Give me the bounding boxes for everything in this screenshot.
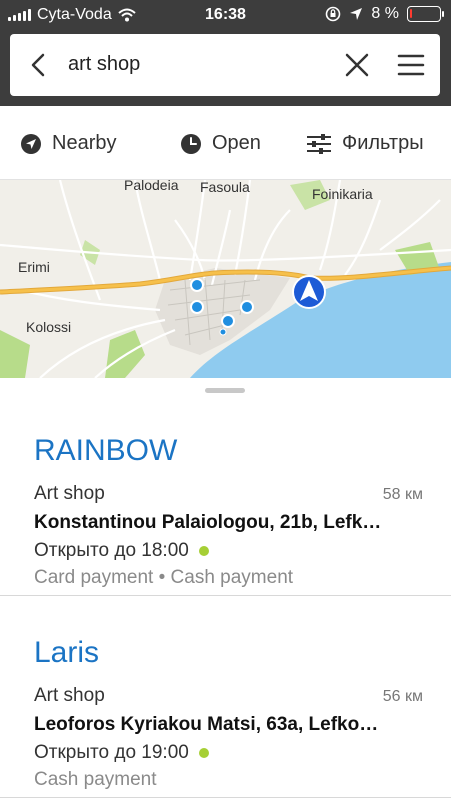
result-card[interactable]: RAINBOW Art shop 58 км Konstantinou Pala… (0, 394, 451, 596)
result-address: Konstantinou Palaiologou, 21b, Lefk… (34, 512, 382, 533)
menu-icon[interactable] (396, 50, 426, 80)
park-area (0, 330, 30, 378)
place-label: Palodeia (124, 180, 179, 193)
clock-icon (181, 133, 201, 154)
place-label: Kolossi (26, 319, 71, 335)
filter-nearby[interactable]: Nearby (20, 132, 116, 155)
filter-bar: Nearby Open Фильтры (0, 106, 451, 180)
map-pin[interactable] (240, 300, 254, 314)
result-distance: 58 км (382, 486, 423, 503)
map-view[interactable]: Palodeia Fasoula Foinikaria Erimi Koloss… (0, 180, 451, 378)
status-right: 8 % (325, 5, 444, 23)
open-status-dot (198, 546, 209, 556)
result-hours: Открыто до 19:00 (34, 742, 209, 764)
map-pin[interactable] (190, 300, 204, 314)
rotation-lock-icon (326, 6, 341, 22)
nearby-icon (21, 133, 41, 154)
place-label: Erimi (18, 259, 50, 275)
filter-open-label: Open (212, 132, 261, 154)
place-label: Fasoula (200, 180, 250, 195)
map-pin[interactable] (219, 328, 227, 336)
current-location-icon[interactable] (292, 275, 326, 309)
open-status-dot (198, 748, 209, 758)
result-address: Leoforos Kyriakou Matsi, 63a, Lefko… (34, 714, 379, 735)
place-label: Foinikaria (312, 186, 373, 202)
filter-open[interactable]: Open (180, 132, 261, 155)
result-name[interactable]: RAINBOW (34, 434, 177, 468)
status-bar: Cyta-Voda 16:38 8 % (0, 0, 451, 30)
map-pin[interactable] (221, 314, 235, 328)
result-payment: Card payment • Cash payment (34, 567, 294, 588)
result-type: Art shop (34, 685, 105, 706)
filter-settings[interactable]: Фильтры (306, 132, 424, 155)
results-panel: RAINBOW Art shop 58 км Konstantinou Pala… (0, 378, 451, 800)
result-name[interactable]: Laris (34, 636, 99, 670)
battery-icon (407, 6, 444, 22)
battery-percent: 8 % (371, 5, 399, 22)
result-distance: 56 км (382, 688, 423, 705)
sliders-icon (307, 133, 331, 154)
drag-handle[interactable] (205, 388, 245, 393)
map-pin[interactable] (190, 278, 204, 292)
result-hours: Открыто до 18:00 (34, 540, 209, 562)
back-arrow-icon[interactable] (24, 50, 54, 80)
filter-nearby-label: Nearby (52, 132, 117, 154)
result-card[interactable]: Laris Art shop 56 км Leoforos Kyriakou M… (0, 596, 451, 798)
search-bar[interactable]: art shop (10, 34, 440, 96)
location-arrow-icon (350, 8, 363, 20)
top-bar: Cyta-Voda 16:38 8 % art shop (0, 0, 451, 106)
battery-fill (410, 9, 412, 18)
result-hours-text: Открыто до 18:00 (34, 540, 189, 561)
result-type: Art shop (34, 483, 105, 504)
close-icon[interactable] (342, 50, 372, 80)
filter-settings-label: Фильтры (342, 132, 424, 154)
search-input[interactable]: art shop (68, 53, 140, 76)
result-payment: Cash payment (34, 769, 157, 790)
map-canvas[interactable]: Palodeia Fasoula Foinikaria Erimi Koloss… (0, 180, 451, 378)
result-hours-text: Открыто до 19:00 (34, 742, 189, 763)
